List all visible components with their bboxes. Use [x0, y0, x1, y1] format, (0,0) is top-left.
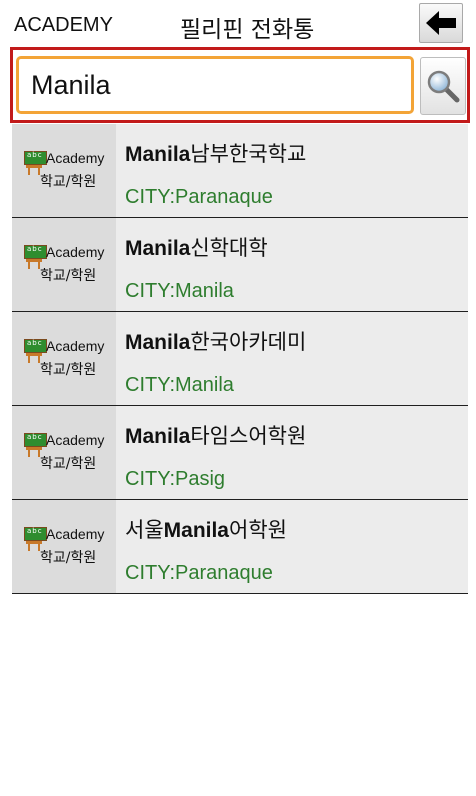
thumbnail-label-academy: Academy [46, 526, 105, 542]
chalkboard-text: abc [27, 339, 43, 347]
result-title: Manila타임스어학원 [125, 420, 306, 450]
thumbnail-label-academy: Academy [46, 244, 105, 260]
list-item[interactable]: abc Academy 학교/학원 Manila타임스어학원 CITY:Pasi… [12, 406, 468, 500]
search-bar [10, 47, 470, 123]
thumbnail-label-category: 학교/학원 [40, 268, 97, 284]
desk-leg [28, 262, 30, 269]
chalkboard-icon: abc [24, 151, 47, 165]
thumbnail-label-category: 학교/학원 [40, 550, 97, 566]
academy-thumbnail: abc Academy 학교/학원 [12, 500, 116, 593]
title-match: Manila [125, 237, 191, 260]
desk-leg [28, 356, 30, 363]
title-match: Manila [125, 425, 191, 448]
header-bar: ACADEMY 필리핀 전화통 [0, 0, 476, 50]
back-button[interactable] [419, 3, 463, 43]
chalkboard-icon: abc [24, 339, 47, 353]
desk-leg [28, 168, 30, 175]
academy-thumbnail: abc Academy 학교/학원 [12, 218, 116, 311]
result-city: CITY:Paranaque [125, 562, 273, 584]
result-list: abc Academy 학교/학원 Manila남부한국학교 CITY:Para… [12, 124, 468, 594]
academy-label: ACADEMY [14, 14, 113, 36]
title-suffix: 신학대학 [190, 236, 268, 260]
title-suffix: 어학원 [229, 518, 287, 542]
list-item[interactable]: abc Academy 학교/학원 Manila남부한국학교 CITY:Para… [12, 124, 468, 218]
magnifier-icon [427, 70, 460, 103]
search-button[interactable] [420, 57, 466, 115]
chalkboard-text: abc [27, 433, 43, 441]
search-input[interactable] [16, 56, 414, 114]
thumbnail-label-category: 학교/학원 [40, 362, 97, 378]
result-city: CITY:Paranaque [125, 186, 273, 208]
chalkboard-text: abc [27, 527, 43, 535]
page-title: 필리핀 전화통 [180, 17, 315, 43]
result-city: CITY:Pasig [125, 468, 226, 490]
thumbnail-label-category: 학교/학원 [40, 456, 97, 472]
chalkboard-icon: abc [24, 245, 47, 259]
chalkboard-text: abc [27, 245, 43, 253]
chalkboard-icon: abc [24, 527, 47, 541]
thumbnail-label-academy: Academy [46, 150, 105, 166]
result-city: CITY:Manila [125, 374, 234, 396]
academy-thumbnail: abc Academy 학교/학원 [12, 312, 116, 405]
thumbnail-label-category: 학교/학원 [40, 174, 97, 190]
list-item[interactable]: abc Academy 학교/학원 Manila한국아카데미 CITY:Mani… [12, 312, 468, 406]
result-title: Manila남부한국학교 [125, 138, 306, 168]
desk-leg [28, 544, 30, 551]
app-screen: ACADEMY 필리핀 전화통 abc [0, 0, 476, 796]
thumbnail-label-academy: Academy [46, 432, 105, 448]
result-title: 서울Manila어학원 [125, 514, 287, 544]
chalkboard-text: abc [27, 151, 43, 159]
thumbnail-label-academy: Academy [46, 338, 105, 354]
arrow-left-icon [426, 11, 456, 35]
result-title: Manila한국아카데미 [125, 326, 306, 356]
list-item[interactable]: abc Academy 학교/학원 Manila신학대학 CITY:Manila [12, 218, 468, 312]
desk-leg [28, 450, 30, 457]
title-suffix: 타임스어학원 [190, 424, 307, 448]
list-item[interactable]: abc Academy 학교/학원 서울Manila어학원 CITY:Paran… [12, 500, 468, 594]
title-suffix: 남부한국학교 [190, 142, 307, 166]
result-title: Manila신학대학 [125, 232, 268, 262]
chalkboard-icon: abc [24, 433, 47, 447]
title-match: Manila [125, 143, 191, 166]
title-prefix: 서울 [125, 518, 164, 542]
result-city: CITY:Manila [125, 280, 234, 302]
academy-thumbnail: abc Academy 학교/학원 [12, 406, 116, 499]
title-match: Manila [163, 519, 229, 542]
title-suffix: 한국아카데미 [190, 330, 307, 354]
title-match: Manila [125, 331, 191, 354]
academy-thumbnail: abc Academy 학교/학원 [12, 124, 116, 217]
